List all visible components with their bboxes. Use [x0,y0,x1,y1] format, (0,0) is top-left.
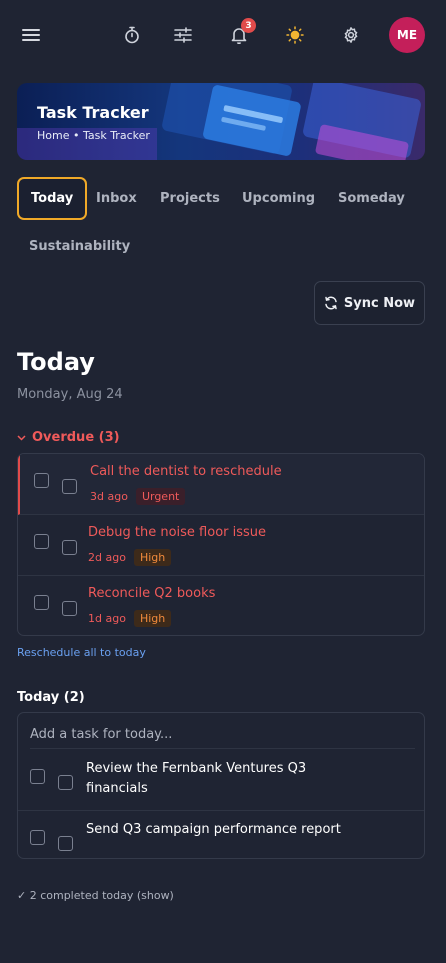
complete-checkbox[interactable] [62,601,77,616]
notification-badge: 3 [241,18,256,33]
complete-checkbox[interactable] [58,836,73,851]
tab-projects[interactable]: Projects [148,177,232,220]
tab-someday[interactable]: Someday [326,177,417,220]
select-checkbox[interactable] [34,534,49,549]
task-meta: 3d ago Urgent [90,488,186,505]
overdue-list: Call the dentist to reschedule 3d ago Ur… [17,453,425,636]
task-title[interactable]: Debug the noise floor issue [88,525,266,540]
task-age: 3d ago [90,490,128,503]
select-checkbox[interactable] [30,830,45,845]
list-item[interactable]: Debug the noise floor issue 2d ago High [18,515,424,576]
list-item[interactable]: Reconcile Q2 books 1d ago High [18,576,424,635]
page-banner: Task Tracker Home • Task Tracker [17,83,425,160]
list-item[interactable]: Send Q3 campaign performance report [18,811,424,859]
priority-badge: High [133,610,172,627]
list-item[interactable]: Call the dentist to reschedule 3d ago Ur… [18,454,424,515]
add-task-input[interactable] [30,721,415,749]
sliders-icon[interactable] [165,17,201,53]
task-title[interactable]: Reconcile Q2 books [88,586,215,601]
avatar[interactable]: ME [389,17,425,53]
task-title[interactable]: Review the Fernbank Ventures Q3 financia… [86,759,346,799]
sync-label: Sync Now [343,295,416,311]
completed-toggle[interactable]: ✓ 2 completed today (show) [17,889,174,902]
priority-badge: High [133,549,172,566]
reschedule-all-link[interactable]: Reschedule all to today [17,646,146,659]
chevron-down-icon [17,434,26,441]
task-meta: 2d ago High [88,549,172,566]
tab-upcoming[interactable]: Upcoming [230,177,327,220]
complete-checkbox[interactable] [58,775,73,790]
top-bar: 3 ME [0,0,446,70]
tab-sustainability[interactable]: Sustainability [17,225,142,268]
page-date: Monday, Aug 24 [17,387,123,402]
today-heading: Today (2) [17,690,85,705]
select-checkbox[interactable] [34,473,49,488]
overdue-heading: Overdue (3) [32,430,120,445]
task-meta: 1d ago High [88,610,172,627]
select-checkbox[interactable] [30,769,45,784]
menu-icon[interactable] [13,17,49,53]
today-list: Review the Fernbank Ventures Q3 financia… [17,712,425,859]
select-checkbox[interactable] [34,595,49,610]
gear-icon[interactable] [333,17,369,53]
task-title[interactable]: Call the dentist to reschedule [90,464,282,479]
task-age: 1d ago [88,612,126,625]
list-item[interactable]: Review the Fernbank Ventures Q3 financia… [18,750,424,811]
sync-icon [325,296,337,310]
priority-badge: Urgent [135,488,186,505]
breadcrumb: Home • Task Tracker [37,129,150,142]
complete-checkbox[interactable] [62,479,77,494]
overdue-toggle[interactable]: Overdue (3) [17,430,120,445]
sync-now-button[interactable]: Sync Now [314,281,425,325]
task-age: 2d ago [88,551,126,564]
timer-icon[interactable] [114,17,150,53]
tab-inbox[interactable]: Inbox [84,177,149,220]
banner-title: Task Tracker [37,103,149,122]
complete-checkbox[interactable] [62,540,77,555]
bell-icon[interactable]: 3 [221,17,257,53]
sun-icon[interactable] [277,17,313,53]
task-title[interactable]: Send Q3 campaign performance report [86,820,346,840]
page-title: Today [17,348,95,376]
tab-today[interactable]: Today [17,177,88,220]
